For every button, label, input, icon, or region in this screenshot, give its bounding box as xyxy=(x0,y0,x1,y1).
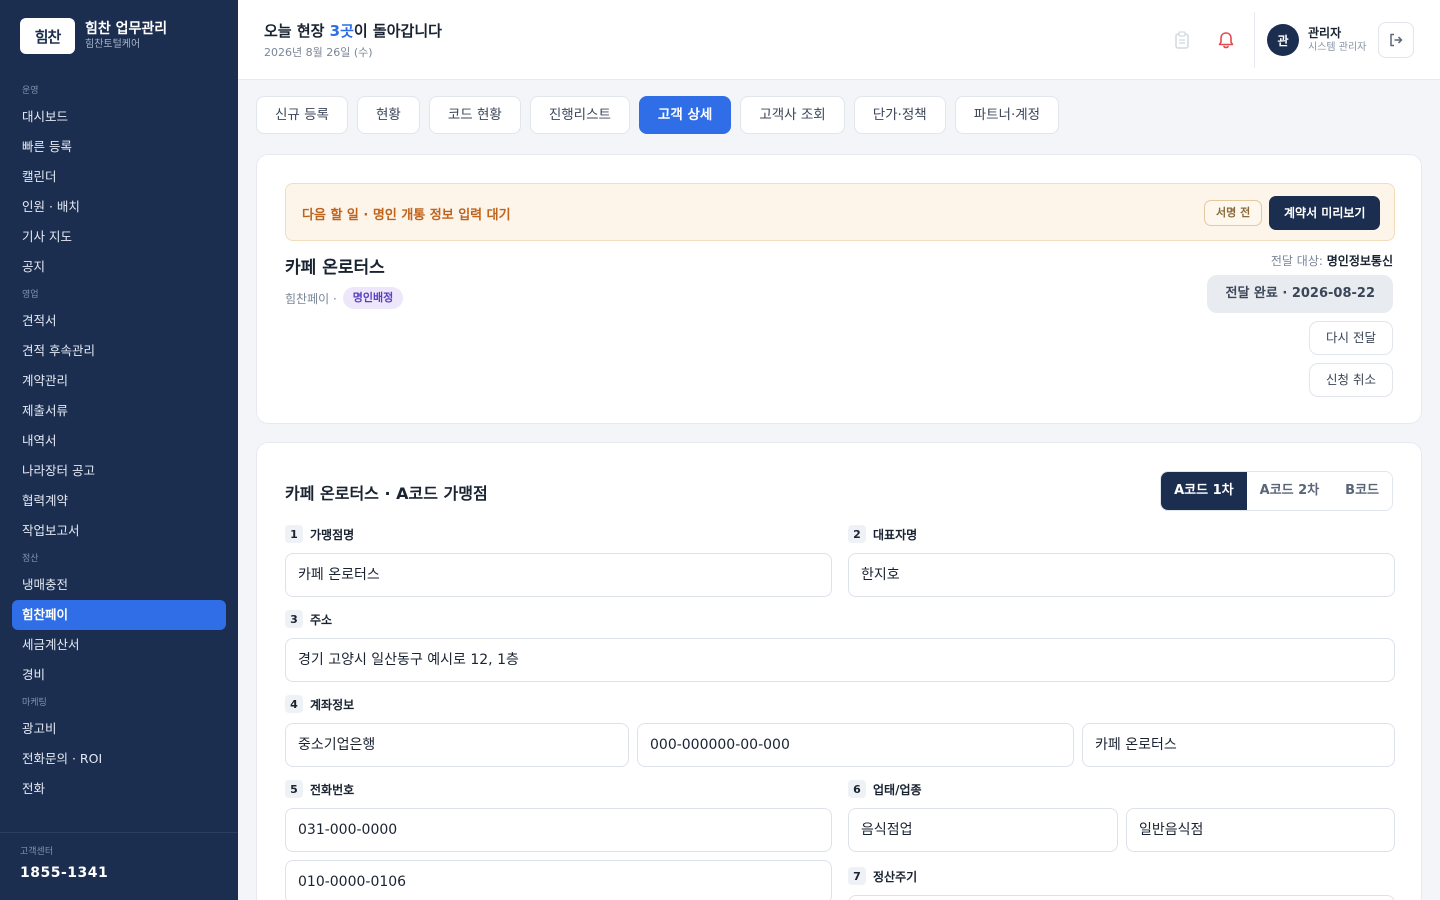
tab-progress-list[interactable]: 진행리스트 xyxy=(529,96,630,134)
phone-field[interactable]: 031-000-0000 xyxy=(285,808,832,852)
sidebar-item-himchan-pay[interactable]: 힘찬페이 xyxy=(12,600,226,630)
site-count: 3곳 xyxy=(329,22,354,40)
field-label-phone: 5 전화번호 xyxy=(285,780,354,798)
customer-name: 카페 온로터스 xyxy=(285,258,385,278)
sidebar-item-expenses[interactable]: 경비 xyxy=(0,660,226,690)
account-number-field[interactable]: 000-000000-00-000 xyxy=(637,723,1074,767)
representative-field[interactable]: 한지호 xyxy=(848,553,1395,597)
settlement-cycle-field[interactable] xyxy=(848,895,1395,900)
nav-section-label: 운영 xyxy=(22,86,39,96)
today-date: 2026년 8월 26일 (수) xyxy=(264,46,373,59)
tab-customer-detail[interactable]: 고객 상세 xyxy=(638,96,732,134)
sidebar-item-refrigerant[interactable]: 냉매충전 xyxy=(0,570,226,600)
customer-meta: 힘찬페이 · 명인배정 xyxy=(285,287,404,309)
segment-a-code-2[interactable]: A코드 2차 xyxy=(1246,472,1333,510)
clipboard-icon[interactable] xyxy=(1168,26,1196,54)
brand-subtitle: 힘찬토털케어 xyxy=(85,39,141,50)
code-segment-control: A코드 1차 A코드 2차 B코드 xyxy=(1160,471,1393,511)
sidebar-item-contracts[interactable]: 계약관리 xyxy=(0,366,226,396)
sidebar-item-notice[interactable]: 공지 xyxy=(0,252,226,282)
brand-logo: 힘찬 xyxy=(20,18,75,54)
brand[interactable]: 힘찬 힘찬 업무관리 힘찬토털케어 xyxy=(20,18,167,54)
sidebar-item-calendar[interactable]: 캘린더 xyxy=(0,162,226,192)
tab-pricing-policy[interactable]: 단가·정책 xyxy=(853,96,946,134)
sidebar-item-tax-invoice[interactable]: 세금계산서 xyxy=(0,630,226,660)
field-label-business-type: 6 업태/업종 xyxy=(848,780,922,798)
delivery-target: 전달 대상: 명인정보통신 xyxy=(1270,254,1393,268)
user-menu[interactable]: 관 관리자 시스템 관리자 xyxy=(1254,12,1366,68)
form-title: 카페 온로터스 · A코드 가맹점 xyxy=(285,484,488,503)
field-label-account: 4 계좌정보 xyxy=(285,695,354,713)
user-role: 시스템 관리자 xyxy=(1308,42,1367,53)
sidebar-item-procurement[interactable]: 나라장터 공고 xyxy=(0,456,226,486)
brand-title: 힘찬 업무관리 xyxy=(85,21,168,37)
tab-status[interactable]: 현황 xyxy=(356,96,420,134)
support-label: 고객센터 xyxy=(20,847,54,857)
sidebar-item-driver-map[interactable]: 기사 지도 xyxy=(0,222,226,252)
assignment-pill: 명인배정 xyxy=(342,287,404,309)
segment-b-code[interactable]: B코드 xyxy=(1332,472,1392,510)
field-label-merchant-name: 1 가맹점명 xyxy=(285,525,354,543)
delivery-done-badge: 전달 완료 · 2026-08-22 xyxy=(1207,275,1393,313)
sidebar-item-estimate-followup[interactable]: 견적 후속관리 xyxy=(0,336,226,366)
customer-company: 힘찬페이 · xyxy=(285,291,337,306)
sidebar-item-partner-contract[interactable]: 협력계약 xyxy=(0,486,226,516)
main-tabs: 신규 등록 현황 코드 현황 진행리스트 고객 상세 고객사 조회 단가·정책 … xyxy=(256,96,1068,134)
sidebar-item-estimate[interactable]: 견적서 xyxy=(0,306,226,336)
delivery-target-name: 명인정보통신 xyxy=(1326,254,1393,268)
sidebar-item-quick-register[interactable]: 빠른 등록 xyxy=(0,132,226,162)
field-label-settlement-cycle: 7 정산주기 xyxy=(848,867,917,885)
nav-section-label: 영업 xyxy=(22,290,39,300)
sidebar-item-submissions[interactable]: 제출서류 xyxy=(0,396,226,426)
sidebar: 힘찬 힘찬 업무관리 힘찬토털케어 운영 대시보드 빠른 등록 캘린더 인원 ·… xyxy=(0,0,238,900)
business-type-field[interactable]: 음식점업 xyxy=(848,808,1118,852)
tab-client-lookup[interactable]: 고객사 조회 xyxy=(740,96,845,134)
sidebar-item-dashboard[interactable]: 대시보드 xyxy=(0,102,226,132)
sidebar-item-statements[interactable]: 내역서 xyxy=(0,426,226,456)
support-phone[interactable]: 1855-1341 xyxy=(20,865,238,881)
cancel-request-button[interactable]: 신청 취소 xyxy=(1309,363,1393,397)
logout-icon xyxy=(1390,33,1403,47)
sidebar-item-staffing[interactable]: 인원 · 배치 xyxy=(0,192,226,222)
logout-button[interactable] xyxy=(1378,22,1414,58)
nav-section-label: 정산 xyxy=(22,554,39,564)
mobile-phone-field[interactable]: 010-0000-0106 xyxy=(285,860,832,900)
sidebar-item-call-roi[interactable]: 전화문의 · ROI xyxy=(0,744,226,774)
merchant-form-card: 카페 온로터스 · A코드 가맹점 A코드 1차 A코드 2차 B코드 1 가맹점… xyxy=(256,442,1422,900)
sidebar-item-work-report[interactable]: 작업보고서 xyxy=(0,516,226,546)
contract-preview-button[interactable]: 계약서 미리보기 xyxy=(1269,196,1381,230)
segment-a-code-1[interactable]: A코드 1차 xyxy=(1161,472,1247,510)
merchant-name-field[interactable]: 카페 온로터스 xyxy=(285,553,832,597)
next-action-alert: 다음 할 일 · 명인 개통 정보 입력 대기 서명 전 계약서 미리보기 xyxy=(285,183,1395,241)
tab-partner-account[interactable]: 파트너·계정 xyxy=(954,96,1060,134)
field-label-representative: 2 대표자명 xyxy=(848,525,917,543)
alert-text: 다음 할 일 · 명인 개통 정보 입력 대기 xyxy=(302,208,511,223)
support-box: 고객센터 1855-1341 xyxy=(0,832,238,881)
nav-section-label: 마케팅 xyxy=(22,698,47,708)
user-name: 관리자 xyxy=(1308,26,1342,40)
sidebar-item-phone[interactable]: 전화 xyxy=(0,774,226,804)
business-category-field[interactable]: 일반음식점 xyxy=(1126,808,1395,852)
bell-icon[interactable] xyxy=(1212,26,1240,54)
address-field[interactable]: 경기 고양시 일산동구 예시로 12, 1층 xyxy=(285,638,1395,682)
field-label-address: 3 주소 xyxy=(285,610,332,628)
tab-new-register[interactable]: 신규 등록 xyxy=(256,96,348,134)
resend-button[interactable]: 다시 전달 xyxy=(1309,321,1393,355)
greeting: 오늘 현장 3곳이 돌아갑니다 xyxy=(264,22,442,40)
avatar: 관 xyxy=(1267,24,1299,56)
sidebar-item-ad-cost[interactable]: 광고비 xyxy=(0,714,226,744)
status-badge: 서명 전 xyxy=(1204,200,1263,226)
top-header: 오늘 현장 3곳이 돌아갑니다 2026년 8월 26일 (수) 관 관리자 시… xyxy=(238,0,1440,80)
sidebar-nav: 운영 대시보드 빠른 등록 캘린더 인원 · 배치 기사 지도 공지 영업 견적… xyxy=(0,78,238,804)
tab-code-status[interactable]: 코드 현황 xyxy=(428,96,521,134)
customer-status-card: 다음 할 일 · 명인 개통 정보 입력 대기 서명 전 계약서 미리보기 카페… xyxy=(256,154,1422,424)
bank-field[interactable]: 중소기업은행 xyxy=(285,723,629,767)
account-holder-field[interactable]: 카페 온로터스 xyxy=(1082,723,1395,767)
